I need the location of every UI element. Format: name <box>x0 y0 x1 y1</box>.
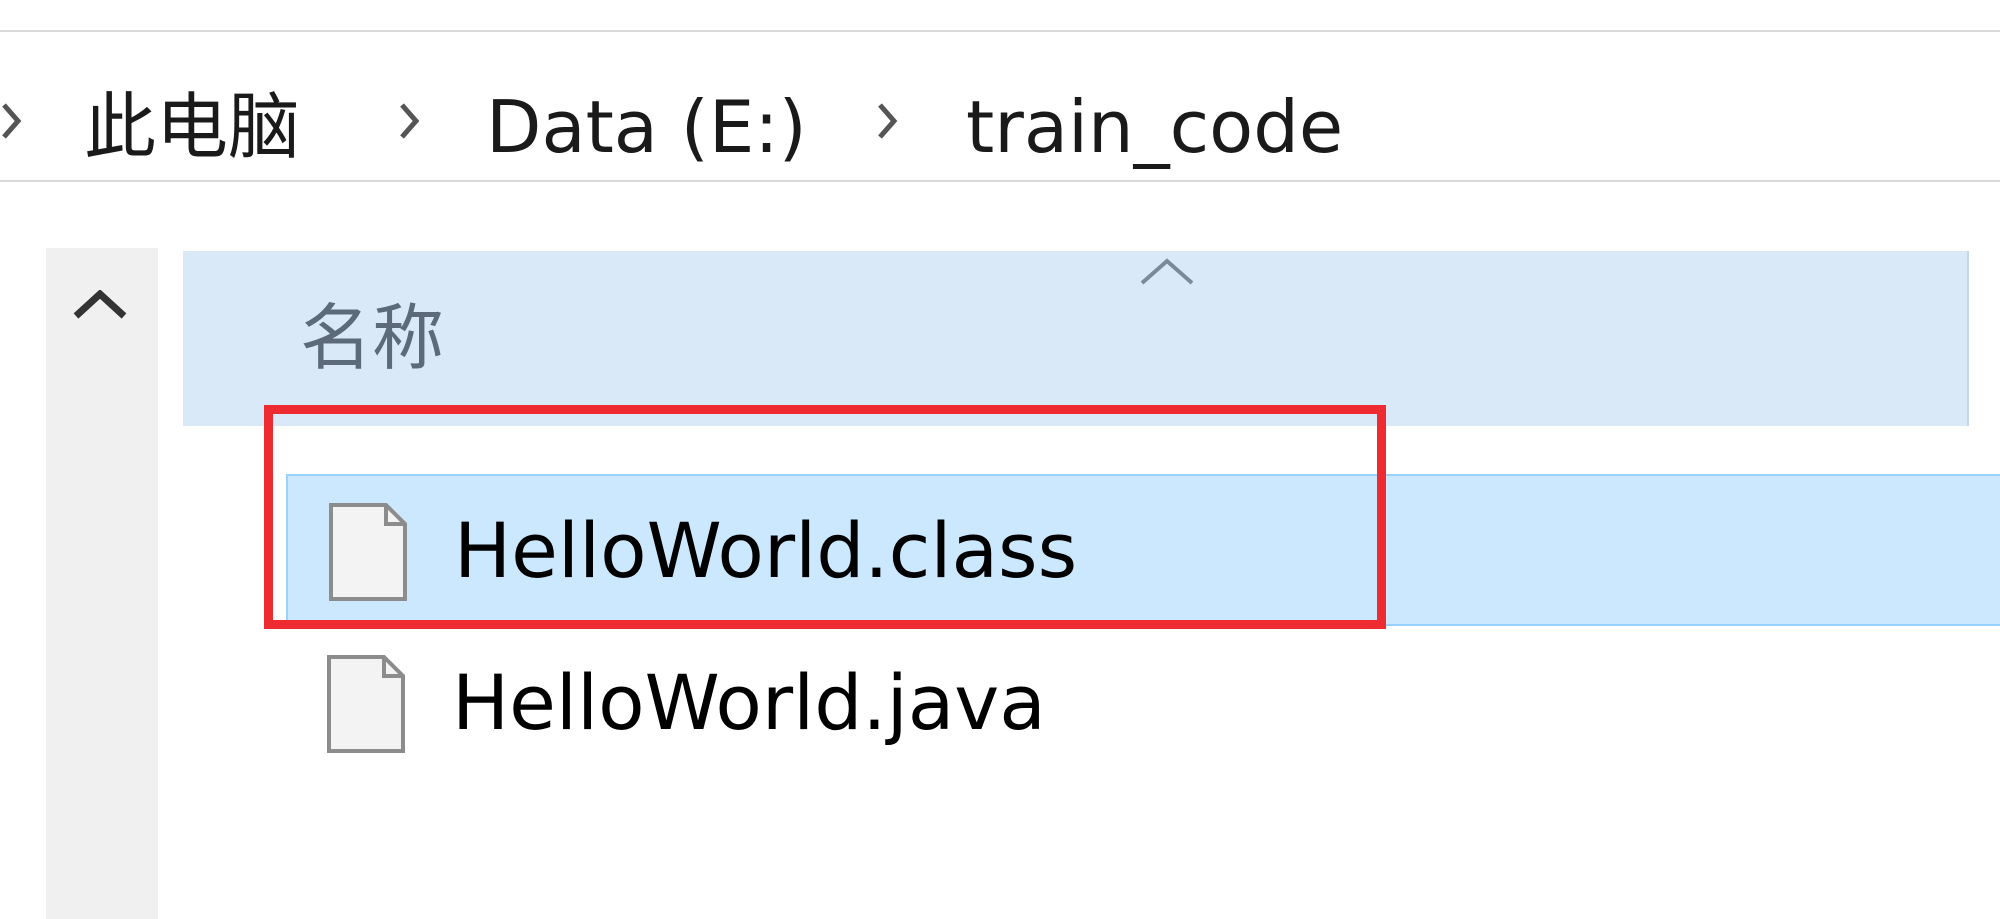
scroll-up-icon[interactable] <box>72 289 128 320</box>
column-divider[interactable] <box>1967 251 1969 426</box>
chevron-right-icon[interactable] <box>876 102 898 140</box>
chevron-right-icon[interactable] <box>398 102 420 140</box>
file-row-helloworld-java[interactable]: HelloWorld.java <box>286 628 2000 780</box>
chevron-up-icon <box>1138 255 1196 287</box>
file-explorer-window: 此电脑 Data (E:) train_code 名称 HelloWorld.c… <box>0 0 2000 919</box>
breadcrumb-item-this-pc[interactable]: 此电脑 <box>84 87 300 167</box>
column-header-label: 名称 <box>300 296 445 380</box>
file-name: HelloWorld.java <box>452 658 1046 747</box>
highlight-annotation-box <box>264 405 1386 629</box>
navigation-pane-scrollbar[interactable] <box>46 248 158 919</box>
breadcrumb-item-train-code[interactable]: train_code <box>966 87 1343 167</box>
breadcrumb-item-data-drive[interactable]: Data (E:) <box>486 87 807 167</box>
column-header-name[interactable]: 名称 <box>183 251 1969 426</box>
breadcrumb[interactable]: 此电脑 Data (E:) train_code <box>0 30 2000 182</box>
chevron-right-icon[interactable] <box>0 102 22 140</box>
file-icon <box>326 654 406 754</box>
